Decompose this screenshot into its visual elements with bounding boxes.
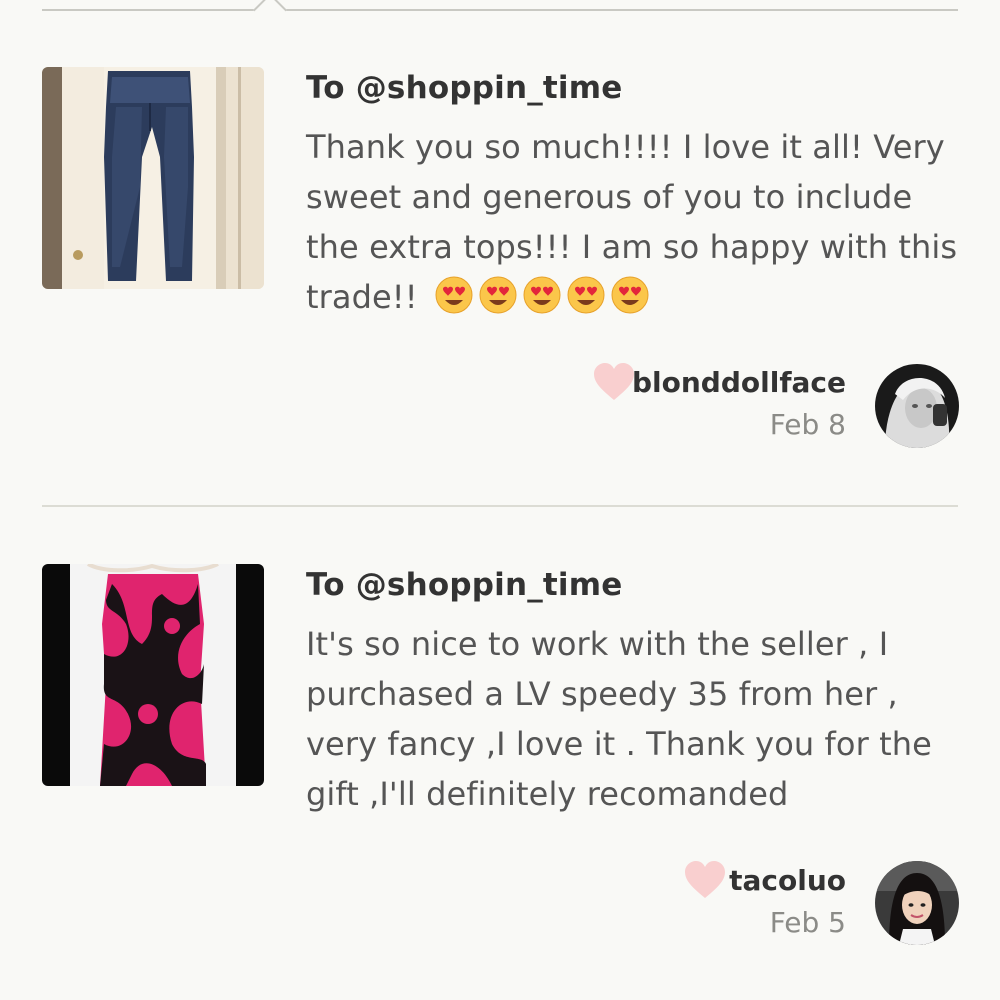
review-text: It's so nice to work with the seller , I…	[306, 625, 932, 813]
jeans-photo	[42, 67, 264, 289]
review-date: Feb 8	[769, 408, 846, 441]
pink-floral-dress-photo	[42, 564, 264, 786]
reviewer-username[interactable]: blonddollface	[632, 366, 846, 399]
heart-icon[interactable]	[592, 362, 636, 402]
review-text: Thank you so much!!!! I love it all! Ver…	[306, 122, 966, 322]
reviewer-avatar[interactable]	[875, 861, 959, 945]
heart-eyes-emoji-icon	[523, 276, 561, 314]
listing-thumbnail-dress[interactable]	[42, 564, 264, 786]
review-card: To @shoppin_time Thank you so much!!!! I…	[0, 0, 1000, 448]
heart-eyes-emoji-icon	[435, 276, 473, 314]
review-recipient[interactable]: To @shoppin_time	[306, 567, 623, 603]
user-avatar-photo	[875, 364, 959, 448]
reviewer-avatar[interactable]	[875, 364, 959, 448]
heart-icon[interactable]	[683, 860, 727, 900]
listing-thumbnail-jeans[interactable]	[42, 67, 264, 289]
heart-eyes-emoji-icon	[479, 276, 517, 314]
heart-eyes-emoji-icon	[611, 276, 649, 314]
heart-eyes-emoji-icon	[567, 276, 605, 314]
review-recipient[interactable]: To @shoppin_time	[306, 70, 623, 106]
review-card: To @shoppin_time It's so nice to work wi…	[0, 497, 1000, 945]
reviewer-username[interactable]: tacoluo	[729, 864, 846, 897]
review-date: Feb 5	[769, 906, 846, 939]
emoji-row	[434, 275, 650, 315]
user-avatar-photo	[875, 861, 959, 945]
